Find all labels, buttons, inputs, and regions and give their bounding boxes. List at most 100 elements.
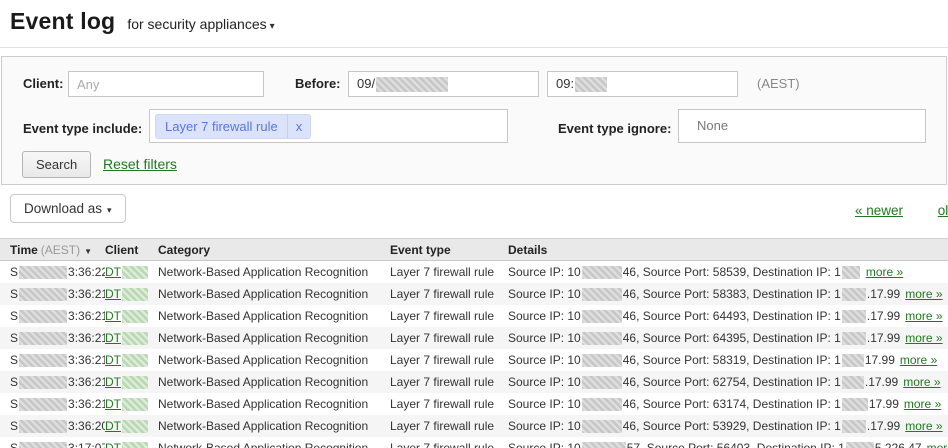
event-type-ignore-input[interactable]: None <box>678 109 926 143</box>
before-time-input[interactable]: 09: <box>547 71 738 97</box>
redacted-time <box>575 76 608 92</box>
category-cell: Network-Based Application Recognition <box>158 309 369 323</box>
more-link[interactable]: more » <box>905 419 942 433</box>
timezone-note: (AEST) <box>757 76 800 91</box>
redacted-client <box>122 310 148 323</box>
client-cell: DT <box>105 331 158 345</box>
event-table: Time (AEST) ▼ Client Category Event type D… <box>0 238 948 448</box>
redacted-ip <box>841 332 866 345</box>
client-link[interactable]: DT <box>105 287 121 301</box>
redacted-ip <box>841 354 864 367</box>
client-link[interactable]: DT <box>105 353 121 367</box>
more-link[interactable]: more » <box>903 375 940 389</box>
time-prefix: S <box>10 397 19 411</box>
redacted-ip <box>581 442 626 448</box>
details-text: Source IP: 10 46, Source Port: 64395, Des… <box>508 331 901 345</box>
event-type-column-header: Event type <box>390 242 451 257</box>
redacted-ip <box>841 420 866 433</box>
more-link[interactable]: more » <box>900 353 937 367</box>
time-value: 3:36:21 <box>68 331 105 345</box>
time-prefix: S <box>10 331 19 345</box>
time-column-header[interactable]: Time (AEST) ▼ <box>0 243 105 257</box>
more-link[interactable]: more » <box>927 441 948 448</box>
time-value: 3:36:21 <box>68 375 105 389</box>
client-input[interactable] <box>68 71 264 97</box>
more-link[interactable]: more » <box>904 397 941 411</box>
more-link[interactable]: more » <box>866 265 903 279</box>
client-cell: DT <box>105 265 158 279</box>
redacted-date <box>19 332 68 345</box>
details-cell: Source IP: 10 46, Source Port: 63174, Des… <box>508 397 948 411</box>
chevron-down-icon: ▾ <box>269 21 275 32</box>
include-label: Event type include: <box>23 121 143 136</box>
category-cell: Network-Based Application Recognition <box>158 419 369 433</box>
time-value: 3:17:07 <box>68 441 105 448</box>
client-link[interactable]: DT <box>105 331 121 345</box>
category-column-header: Category <box>158 242 211 257</box>
search-button[interactable]: Search <box>22 151 92 178</box>
event-type-cell: Layer 7 firewall rule <box>390 353 495 367</box>
event-type-cell: Layer 7 firewall rule <box>390 397 495 411</box>
time-prefix: S <box>10 265 19 279</box>
redacted-date <box>19 376 68 389</box>
pagination: « newer older » <box>855 203 948 218</box>
time-cell: S 3:36:21 <box>0 309 105 323</box>
redacted-date <box>19 420 68 433</box>
newer-link[interactable]: « newer <box>855 203 903 218</box>
reset-filters-link[interactable]: Reset filters <box>103 156 177 172</box>
time-header-tz: (AEST) <box>40 242 81 257</box>
details-text: Source IP: 10 57, Source Port: 56403, Des… <box>508 441 922 448</box>
download-as-button[interactable]: Download as ▾ <box>10 194 126 223</box>
page-title: Event log <box>10 8 116 34</box>
redacted-date <box>19 310 68 323</box>
chip-remove-button[interactable]: x <box>286 114 310 138</box>
client-link[interactable]: DT <box>105 419 121 433</box>
more-link[interactable]: more » <box>905 309 942 323</box>
table-row: S 3:36:20 DT Network-Based Application Re… <box>0 415 948 437</box>
more-link[interactable]: more » <box>905 331 942 345</box>
event-type-include-input[interactable]: Layer 7 firewall rule x <box>149 109 508 143</box>
event-type-cell: Layer 7 firewall rule <box>390 287 495 301</box>
redacted-date <box>376 76 449 92</box>
sort-desc-icon: ▼ <box>84 246 93 256</box>
table-row: S 3:36:21 DT Network-Based Application Re… <box>0 349 948 371</box>
details-cell: Source IP: 10 46, Source Port: 53929, Des… <box>508 419 948 433</box>
client-link[interactable]: DT <box>105 397 121 411</box>
redacted-client <box>122 266 148 279</box>
event-table-body: S 3:36:22 DT Network-Based Application Re… <box>0 261 948 448</box>
time-prefix: S <box>10 309 19 323</box>
event-type-cell: Layer 7 firewall rule <box>390 309 495 323</box>
chevron-down-icon: ▾ <box>107 205 112 215</box>
before-date-input[interactable]: 09/ <box>348 71 539 97</box>
category-cell: Network-Based Application Recognition <box>158 441 369 448</box>
client-link[interactable]: DT <box>105 309 121 323</box>
details-cell: Source IP: 10 46, Source Port: 58539, Des… <box>508 265 948 279</box>
category-cell: Network-Based Application Recognition <box>158 375 369 389</box>
client-link[interactable]: DT <box>105 441 121 448</box>
details-text: Source IP: 10 46, Source Port: 62754, Des… <box>508 375 899 389</box>
time-cell: S 3:36:22 <box>0 265 105 279</box>
client-cell: DT <box>105 441 158 448</box>
header-divider <box>0 47 948 48</box>
category-cell: Network-Based Application Recognition <box>158 287 369 301</box>
time-value: 3:36:21 <box>68 353 105 367</box>
redacted-ip <box>581 376 622 389</box>
table-row: S 3:17:07 DT Network-Based Application Re… <box>0 437 948 448</box>
redacted-date <box>19 354 68 367</box>
more-link[interactable]: more » <box>905 287 942 301</box>
redacted-ip <box>841 266 860 279</box>
client-link[interactable]: DT <box>105 265 121 279</box>
client-link[interactable]: DT <box>105 375 121 389</box>
time-value: 3:36:22 <box>68 265 105 279</box>
older-link[interactable]: older » <box>938 203 948 218</box>
redacted-ip <box>581 266 622 279</box>
appliance-scope-dropdown[interactable]: for security appliances ▾ <box>127 16 274 32</box>
client-cell: DT <box>105 375 158 389</box>
details-text: Source IP: 10 46, Source Port: 58383, Des… <box>508 287 901 301</box>
redacted-ip <box>841 310 866 323</box>
redacted-client <box>122 376 148 389</box>
download-as-label: Download as <box>24 201 103 216</box>
table-row: S 3:36:21 DT Network-Based Application Re… <box>0 393 948 415</box>
client-cell: DT <box>105 419 158 433</box>
event-type-cell: Layer 7 firewall rule <box>390 331 495 345</box>
